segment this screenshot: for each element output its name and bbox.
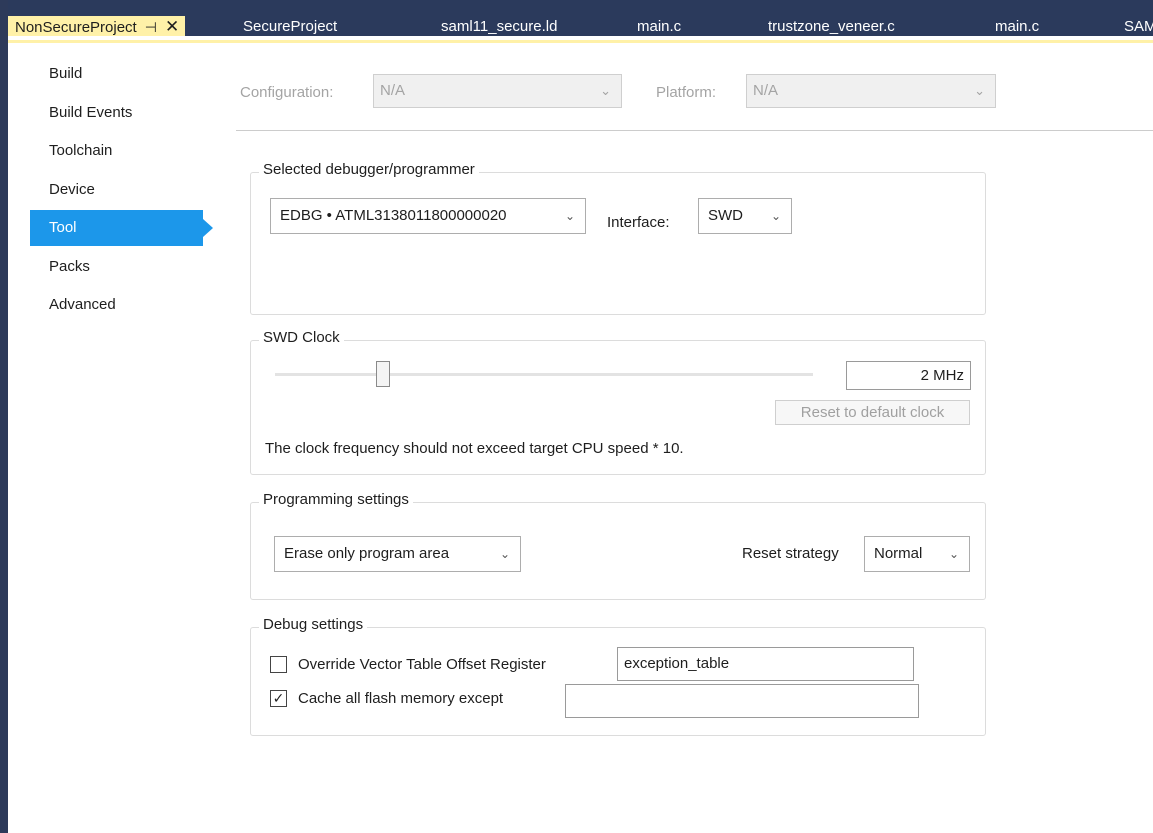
tab-main-c-2[interactable]: main.c — [995, 16, 1039, 36]
sidebar-item-label: Packs — [49, 258, 90, 275]
cache-flash-checkbox[interactable]: ✓ — [270, 690, 287, 707]
tab-label: saml11_secure.ld — [441, 18, 558, 35]
sidebar-item-toolchain[interactable]: Toolchain — [30, 133, 203, 169]
clock-value-input[interactable]: 2 MHz — [846, 361, 971, 390]
tab-label: NonSecureProject — [15, 19, 137, 36]
configuration-value: N/A — [380, 82, 406, 99]
erase-mode-select[interactable]: Erase only program area ⌄ — [274, 536, 521, 572]
reset-default-clock-label: Reset to default clock — [800, 404, 945, 421]
close-icon[interactable]: ✕ — [165, 17, 179, 36]
sidebar-item-packs[interactable]: Packs — [30, 249, 203, 285]
chevron-down-icon: ⌄ — [948, 547, 959, 561]
platform-value: N/A — [753, 82, 779, 99]
pin-icon[interactable]: ⊣ — [145, 19, 157, 35]
chevron-down-icon: ⌄ — [974, 83, 985, 98]
platform-select[interactable]: N/A ⌄ — [746, 74, 996, 108]
tab-trustzone-veneer-c[interactable]: trustzone_veneer.c — [768, 16, 895, 36]
chevron-down-icon: ⌄ — [564, 209, 575, 223]
active-tab-strip — [8, 40, 1153, 43]
interface-label: Interface: — [607, 214, 670, 231]
reset-strategy-select[interactable]: Normal ⌄ — [864, 536, 970, 572]
override-vtor-value: exception_table — [624, 655, 730, 672]
clock-note: The clock frequency should not exceed ta… — [265, 440, 684, 457]
debug-settings-group: Debug settings — [250, 616, 986, 736]
tabbar-background — [0, 0, 1153, 14]
reset-strategy-label: Reset strategy — [742, 545, 839, 562]
clock-value: 2 MHz — [920, 367, 964, 384]
sidebar-item-label: Build — [49, 65, 83, 82]
group-title: SWD Clock — [259, 329, 344, 346]
tab-label: trustzone_veneer.c — [768, 18, 895, 35]
chevron-down-icon: ⌄ — [600, 83, 611, 98]
tab-label: SAM — [1124, 18, 1153, 35]
configuration-label: Configuration: — [240, 84, 334, 101]
debugger-group: Selected debugger/programmer — [250, 161, 986, 315]
tab-secureproject[interactable]: SecureProject — [243, 16, 337, 36]
tab-label: main.c — [995, 18, 1040, 35]
sidebar-item-label: Toolchain — [49, 142, 113, 159]
sidebar-item-label: Device — [49, 181, 95, 198]
tab-main-c[interactable]: main.c — [637, 16, 681, 36]
debugger-value: EDBG • ATML3138011800000020 — [280, 207, 507, 224]
tab-label: SecureProject — [243, 18, 338, 35]
tab-sam[interactable]: SAM — [1124, 16, 1153, 36]
clock-slider-track[interactable] — [275, 373, 813, 376]
erase-mode-value: Erase only program area — [284, 545, 450, 562]
sidebar-item-label: Build Events — [49, 104, 133, 121]
group-title: Programming settings — [259, 491, 413, 508]
configuration-select[interactable]: N/A ⌄ — [373, 74, 622, 108]
interface-select[interactable]: SWD ⌄ — [698, 198, 792, 234]
clock-slider-thumb[interactable] — [375, 361, 390, 387]
checkmark-icon: ✓ — [272, 690, 285, 706]
sidebar-item-tool[interactable]: Tool — [30, 210, 213, 246]
chevron-down-icon: ⌄ — [770, 209, 781, 223]
cache-flash-input[interactable] — [565, 684, 919, 718]
override-vtor-input[interactable]: exception_table — [617, 647, 914, 681]
group-title: Debug settings — [259, 616, 368, 633]
chevron-down-icon: ⌄ — [499, 547, 510, 561]
tab-label: main.c — [637, 18, 682, 35]
reset-strategy-value: Normal — [874, 545, 923, 562]
sidebar-item-build-events[interactable]: Build Events — [30, 95, 203, 131]
interface-value: SWD — [708, 207, 743, 224]
platform-label: Platform: — [656, 84, 717, 101]
sidebar-item-advanced[interactable]: Advanced — [30, 287, 203, 323]
tab-saml11-secure-ld[interactable]: saml11_secure.ld — [441, 16, 557, 36]
debugger-select[interactable]: EDBG • ATML3138011800000020 ⌄ — [270, 198, 586, 234]
window-edge — [0, 0, 8, 833]
override-vtor-checkbox[interactable] — [270, 656, 287, 673]
document-tab-bar: NonSecureProject ⊣ ✕ SecureProject saml11_… — [0, 0, 1153, 36]
group-title: Selected debugger/programmer — [259, 161, 479, 178]
override-vtor-label: Override Vector Table Offset Register — [298, 656, 546, 673]
header-divider — [236, 130, 1153, 131]
cache-flash-label: Cache all flash memory except — [298, 690, 504, 707]
sidebar-item-device[interactable]: Device — [30, 172, 203, 208]
reset-default-clock-button[interactable]: Reset to default clock — [775, 400, 970, 425]
sidebar-item-label: Advanced — [49, 296, 116, 313]
tab-nonsecureproject[interactable]: NonSecureProject ⊣ ✕ — [8, 16, 186, 36]
sidebar-item-label: Tool — [49, 219, 77, 236]
sidebar-item-build[interactable]: Build — [30, 56, 203, 92]
